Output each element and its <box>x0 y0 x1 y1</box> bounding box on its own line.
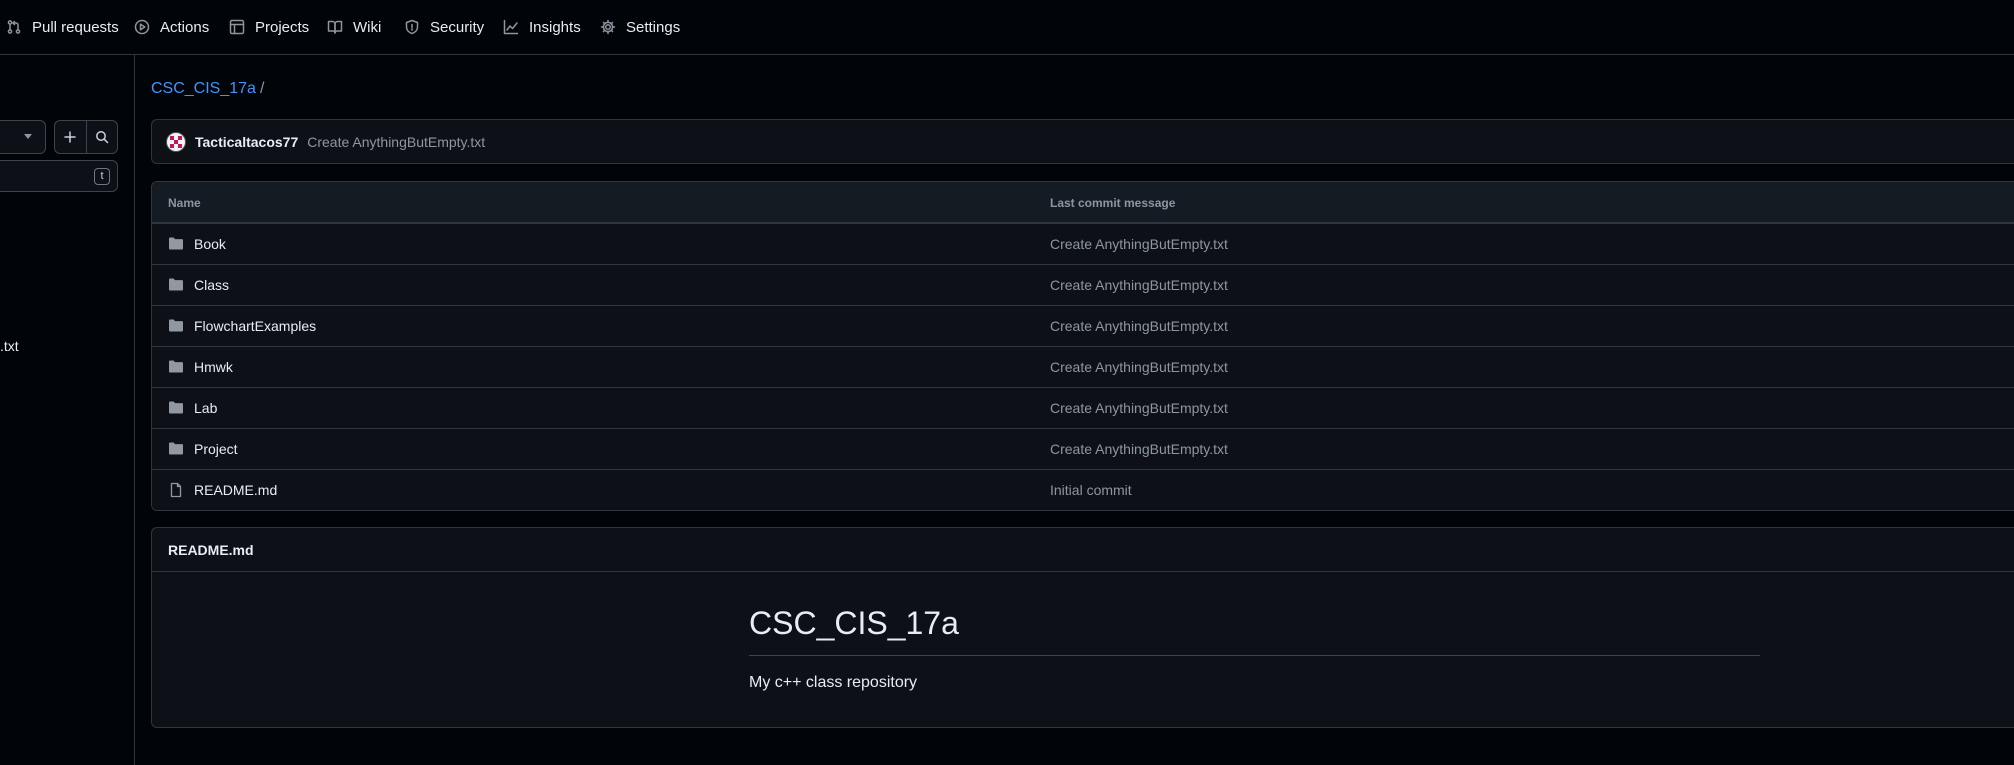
nav-settings[interactable]: Settings <box>600 0 680 54</box>
table-row[interactable]: FlowchartExamples Create AnythingButEmpt… <box>152 305 2014 346</box>
column-header-message: Last commit message <box>1050 196 1176 210</box>
search-icon <box>95 130 109 144</box>
nav-label: Security <box>430 18 485 36</box>
tree-actions <box>54 120 118 154</box>
gear-icon <box>600 19 616 35</box>
play-icon <box>134 19 150 35</box>
search-files-button[interactable] <box>85 121 118 153</box>
nav-projects[interactable]: Projects <box>229 0 309 54</box>
readme-heading: CSC_CIS_17a <box>749 605 959 641</box>
folder-icon <box>168 400 184 416</box>
graph-icon <box>503 19 519 35</box>
file-name-link[interactable]: FlowchartExamples <box>194 318 316 334</box>
commit-message-link[interactable]: Create AnythingButEmpty.txt <box>1050 441 1228 457</box>
commit-message-link[interactable]: Create AnythingButEmpty.txt <box>1050 277 1228 293</box>
file-table: Name Last commit message Book Create Any… <box>151 181 2014 511</box>
tree-item-truncated[interactable]: .txt <box>0 338 19 354</box>
table-row[interactable]: Book Create AnythingButEmpty.txt <box>152 223 2014 264</box>
breadcrumb-repo-link[interactable]: CSC_CIS_17a <box>151 80 256 97</box>
table-row[interactable]: Lab Create AnythingButEmpty.txt <box>152 387 2014 428</box>
keyboard-shortcut-hint: t <box>94 168 110 185</box>
table-row[interactable]: README.md Initial commit <box>152 469 2014 510</box>
commit-message-link[interactable]: Create AnythingButEmpty.txt <box>1050 359 1228 375</box>
table-row[interactable]: Hmwk Create AnythingButEmpty.txt <box>152 346 2014 387</box>
folder-icon <box>168 318 184 334</box>
breadcrumb: CSC_CIS_17a / <box>151 80 264 98</box>
commit-message-link[interactable]: Create AnythingButEmpty.txt <box>1050 400 1228 416</box>
git-pull-request-icon <box>6 19 22 35</box>
add-file-button[interactable] <box>55 121 86 153</box>
readme-header: README.md <box>152 528 2014 572</box>
commit-message-link[interactable]: Create AnythingButEmpty.txt <box>307 134 485 150</box>
table-row[interactable]: Class Create AnythingButEmpty.txt <box>152 264 2014 305</box>
readme-panel: README.md CSC_CIS_17a My c++ class repos… <box>151 527 2014 728</box>
book-icon <box>327 19 343 35</box>
divider <box>749 655 1760 656</box>
nav-security[interactable]: Security <box>404 0 484 54</box>
caret-down-icon <box>24 134 32 139</box>
file-name-link[interactable]: Book <box>194 236 226 252</box>
nav-actions[interactable]: Actions <box>134 0 209 54</box>
nav-pull-requests[interactable]: Pull requests <box>6 0 119 54</box>
commit-author-link[interactable]: Tacticaltacos77 <box>195 134 298 150</box>
repo-nav: Pull requests Actions Projects Wiki Secu… <box>0 0 2014 55</box>
folder-icon <box>168 359 184 375</box>
plus-icon <box>63 130 77 144</box>
file-icon <box>168 482 184 498</box>
nav-label: Actions <box>160 18 210 36</box>
commit-message-link[interactable]: Create AnythingButEmpty.txt <box>1050 236 1228 252</box>
file-name-link[interactable]: Class <box>194 277 229 293</box>
commit-message-link[interactable]: Initial commit <box>1050 482 1132 498</box>
nav-insights[interactable]: Insights <box>503 0 581 54</box>
nav-wiki[interactable]: Wiki <box>327 0 381 54</box>
shield-icon <box>404 19 420 35</box>
table-row[interactable]: Project Create AnythingButEmpty.txt <box>152 428 2014 469</box>
nav-label: Wiki <box>353 18 382 36</box>
file-name-link[interactable]: README.md <box>194 482 277 498</box>
folder-icon <box>168 236 184 252</box>
file-name-link[interactable]: Project <box>194 441 238 457</box>
file-name-link[interactable]: Hmwk <box>194 359 233 375</box>
nav-label: Settings <box>626 18 681 36</box>
file-tree-sidebar: t .txt <box>0 55 135 765</box>
column-header-name: Name <box>168 196 201 210</box>
folder-icon <box>168 277 184 293</box>
avatar[interactable] <box>166 131 186 152</box>
go-to-file-input[interactable]: t <box>0 160 118 192</box>
commit-message-link[interactable]: Create AnythingButEmpty.txt <box>1050 318 1228 334</box>
branch-selector[interactable] <box>0 120 46 154</box>
readme-tab[interactable]: README.md <box>168 542 254 558</box>
folder-icon <box>168 441 184 457</box>
nav-label: Pull requests <box>32 18 119 36</box>
table-icon <box>229 19 245 35</box>
nav-label: Projects <box>255 18 310 36</box>
readme-body: My c++ class repository <box>749 674 918 691</box>
file-name-link[interactable]: Lab <box>194 400 217 416</box>
table-header: Name Last commit message <box>152 182 2014 223</box>
nav-label: Insights <box>529 18 581 36</box>
breadcrumb-separator: / <box>259 80 265 97</box>
latest-commit-bar: Tacticaltacos77 Create AnythingButEmpty.… <box>151 119 2014 164</box>
